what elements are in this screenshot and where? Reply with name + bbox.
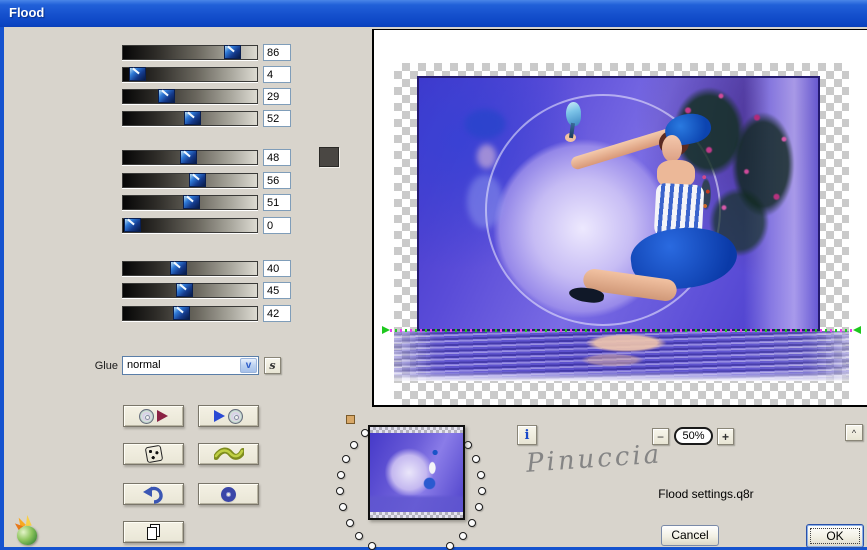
- flaming-pear-logo: [13, 514, 44, 548]
- ring-icon: [221, 486, 236, 502]
- flame-icon: [24, 514, 32, 527]
- zoom-level-display: 50%: [674, 427, 713, 445]
- slider-thumb[interactable]: [189, 173, 206, 187]
- slider-thumb[interactable]: [183, 195, 200, 209]
- preview-canvas[interactable]: [372, 29, 867, 407]
- brilliance-value-input[interactable]: [263, 194, 291, 211]
- memory-dot[interactable]: [476, 470, 485, 479]
- waviness-value-input[interactable]: [263, 149, 291, 166]
- flood-plugin-window: Flood Horizon Offset Perspective Altitud…: [0, 0, 867, 550]
- window-title: Flood: [9, 5, 45, 20]
- size-value-input[interactable]: [263, 260, 291, 277]
- slider-thumb[interactable]: [129, 67, 146, 81]
- undulation-slider[interactable]: [122, 306, 258, 321]
- budgie-bird: [566, 102, 581, 126]
- offset-slider[interactable]: [122, 67, 258, 82]
- cancel-button[interactable]: Cancel: [661, 525, 719, 546]
- memory-dot[interactable]: [463, 440, 472, 449]
- slider-thumb[interactable]: [184, 111, 201, 125]
- altitude-slider[interactable]: [122, 111, 258, 126]
- wave-style-button[interactable]: [198, 443, 259, 465]
- load-settings-button[interactable]: [123, 405, 184, 427]
- slider-thumb[interactable]: [124, 218, 141, 232]
- copy-pages-icon: [146, 524, 162, 540]
- zoom-in-button[interactable]: +: [717, 428, 734, 445]
- preview-image[interactable]: [417, 76, 820, 331]
- memory-dot[interactable]: [477, 487, 486, 496]
- reset-button[interactable]: [198, 483, 259, 505]
- glue-shuffle-button[interactable]: s: [264, 357, 281, 374]
- slider-thumb[interactable]: [176, 283, 193, 297]
- slider-thumb[interactable]: [158, 89, 175, 103]
- waterline-marker[interactable]: [390, 329, 853, 332]
- settings-filename: Flood settings.q8r: [658, 487, 754, 501]
- randomize-button[interactable]: [123, 443, 184, 465]
- undulation-value-input[interactable]: [263, 305, 291, 322]
- ok-button[interactable]: OK: [806, 524, 864, 548]
- memory-dot[interactable]: [446, 542, 454, 550]
- memory-dot[interactable]: [336, 487, 345, 496]
- water-color-swatch[interactable]: [319, 147, 339, 167]
- size-slider[interactable]: [122, 261, 258, 276]
- memory-dot[interactable]: [458, 531, 467, 540]
- memory-dot[interactable]: [355, 531, 364, 540]
- dice-icon: [144, 444, 163, 464]
- memory-dot[interactable]: [475, 503, 484, 512]
- info-button[interactable]: i: [517, 425, 537, 445]
- glue-dropdown[interactable]: normal v: [122, 356, 259, 375]
- slider-thumb[interactable]: [180, 150, 197, 164]
- perspective-slider[interactable]: [122, 89, 258, 104]
- disc-icon: [139, 408, 154, 424]
- save-settings-button[interactable]: [198, 405, 259, 427]
- waterline-arrow-left[interactable]: [382, 326, 390, 334]
- settings-thumbnail[interactable]: [368, 425, 465, 520]
- disc-icon: [228, 408, 243, 424]
- memory-dot[interactable]: [345, 518, 354, 527]
- zoom-out-button[interactable]: −: [652, 428, 669, 445]
- chevron-down-icon: v: [245, 360, 252, 371]
- dropdown-arrow-button[interactable]: v: [240, 358, 257, 373]
- memory-dot[interactable]: [468, 518, 477, 527]
- height-slider[interactable]: [122, 283, 258, 298]
- blur-slider[interactable]: [122, 218, 258, 233]
- undo-button[interactable]: [123, 483, 184, 505]
- waviness-slider[interactable]: [122, 150, 258, 165]
- waterline-arrow-right[interactable]: [853, 326, 861, 334]
- height-value-input[interactable]: [263, 282, 291, 299]
- memory-dot[interactable]: [472, 454, 481, 463]
- memory-dot[interactable]: [341, 454, 350, 463]
- slider-thumb[interactable]: [170, 261, 187, 275]
- brilliance-slider[interactable]: [122, 195, 258, 210]
- play-red-icon: [157, 410, 168, 422]
- flood-water-ripples: [394, 331, 849, 381]
- blur-value-input[interactable]: [263, 217, 291, 234]
- slider-thumb[interactable]: [173, 306, 190, 320]
- copy-button[interactable]: [123, 521, 184, 543]
- undo-arrow-icon: [142, 486, 163, 504]
- play-blue-icon: [214, 410, 225, 422]
- glue-selected-value: normal: [127, 359, 161, 371]
- slider-thumb[interactable]: [224, 45, 241, 59]
- horizon-value-input[interactable]: [263, 44, 291, 61]
- memory-dot[interactable]: [350, 440, 359, 449]
- watermark-signature: Pinuccia: [525, 439, 664, 479]
- woman-face: [662, 135, 682, 162]
- memory-dot[interactable]: [337, 470, 346, 479]
- pear-icon: [17, 526, 37, 545]
- scroll-up-button[interactable]: ^: [845, 424, 863, 441]
- perspective-value-input[interactable]: [263, 88, 291, 105]
- horizon-slider[interactable]: [122, 45, 258, 60]
- memory-dot[interactable]: [367, 542, 376, 550]
- titlebar[interactable]: Flood: [0, 0, 867, 27]
- offset-value-input[interactable]: [263, 66, 291, 83]
- thumbnail-image: [370, 427, 463, 518]
- altitude-value-input[interactable]: [263, 110, 291, 127]
- wave-icon: [213, 447, 244, 460]
- glue-label: Glue: [94, 360, 118, 372]
- complexity-slider[interactable]: [122, 173, 258, 188]
- memory-dot[interactable]: [338, 503, 347, 512]
- complexity-value-input[interactable]: [263, 172, 291, 189]
- window-border-left: [0, 27, 4, 550]
